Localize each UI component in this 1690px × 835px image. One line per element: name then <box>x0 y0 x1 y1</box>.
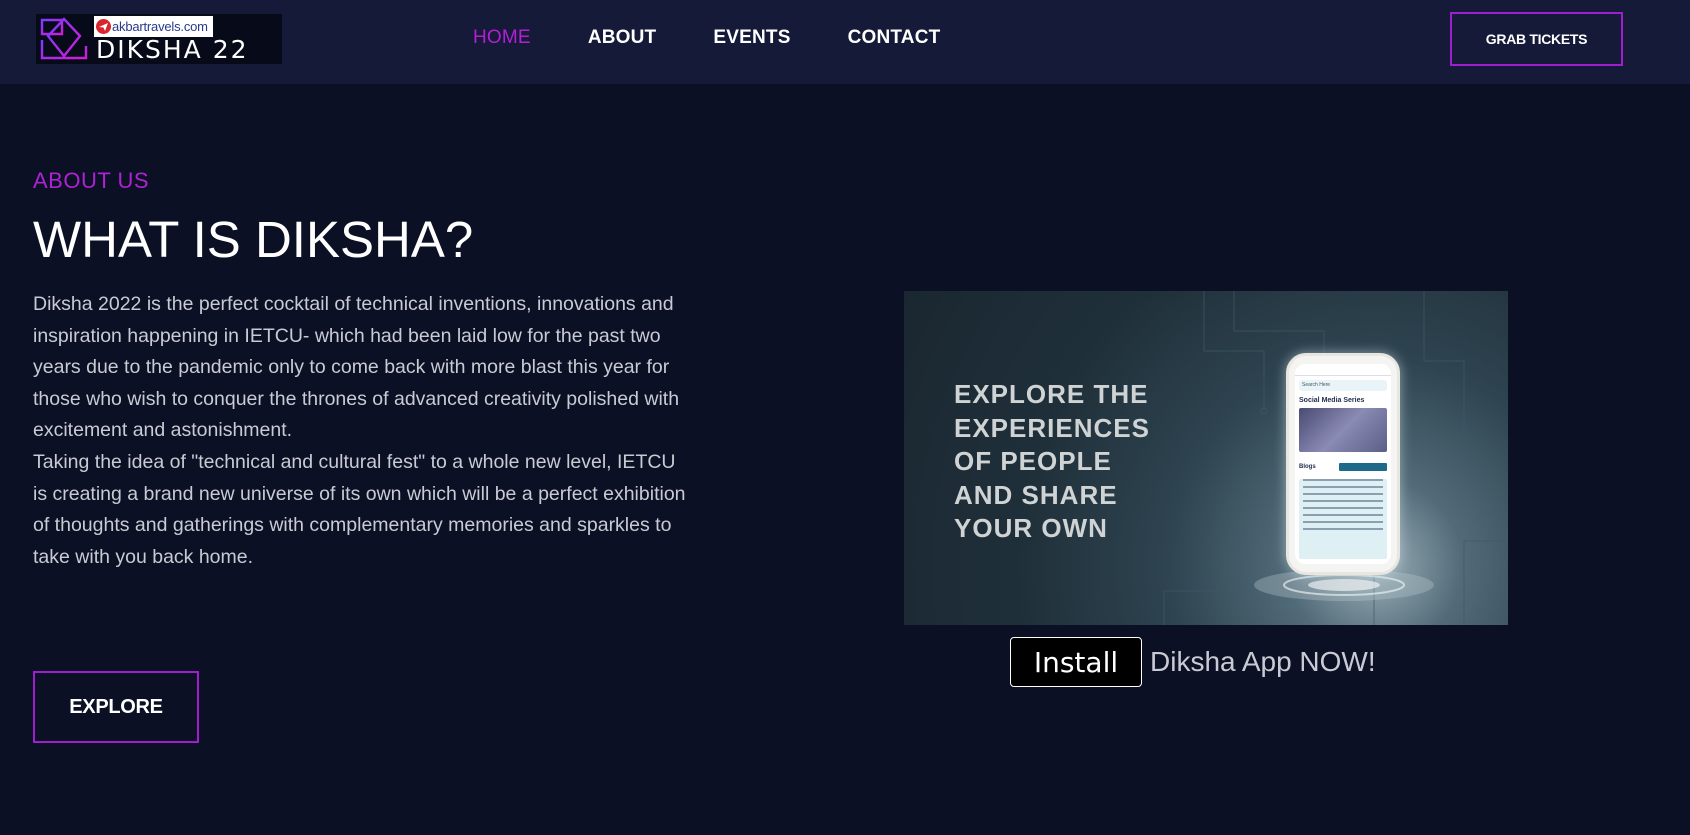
install-row: Install Diksha App NOW! <box>1010 637 1376 687</box>
nav-contact[interactable]: CONTACT <box>848 24 941 52</box>
phone-text-line <box>1303 528 1383 530</box>
phone-text-line <box>1303 521 1383 523</box>
akbar-travels-plane-icon <box>96 19 111 34</box>
phone-blog-card <box>1299 479 1387 559</box>
install-tagline: Diksha App NOW! <box>1150 646 1376 677</box>
phone-text-line <box>1303 493 1383 495</box>
diksha-logo[interactable]: akbartravels.com DIKSHA 22 <box>36 14 282 64</box>
promo-line-5: YOUR OWN <box>954 513 1108 543</box>
diksha-logo-icon <box>40 17 88 60</box>
phone-text-line <box>1303 486 1383 488</box>
nav-about[interactable]: ABOUT <box>588 24 657 52</box>
explore-button[interactable]: EXPLORE <box>33 671 199 743</box>
phone-section-title: Social Media Series <box>1299 397 1365 404</box>
phone-search: Search Here <box>1299 380 1387 391</box>
phone-blogs-row: Blogs <box>1299 460 1387 474</box>
phone-text-line <box>1303 514 1383 516</box>
brand-name: DIKSHA 22 <box>96 35 249 64</box>
phone-text-line <box>1303 507 1383 509</box>
phone-text-line <box>1303 500 1383 502</box>
phone-screen: Search Here Social Media Series Blogs <box>1295 364 1391 564</box>
app-promo-banner: EXPLORE THE EXPERIENCES OF PEOPLE AND SH… <box>904 291 1508 625</box>
promo-line-4: AND SHARE <box>954 479 1118 510</box>
grab-tickets-button[interactable]: GRAB TICKETS <box>1450 12 1623 66</box>
phone-text-line <box>1303 479 1383 481</box>
phone-pill <box>1339 463 1387 471</box>
promo-line-2: EXPERIENCES <box>954 412 1150 443</box>
install-button[interactable]: Install <box>1010 637 1142 687</box>
promo-line-1: EXPLORE THE <box>954 379 1149 409</box>
about-paragraph-2: Taking the idea of "technical and cultur… <box>33 450 686 568</box>
nav-events[interactable]: EVENTS <box>713 24 790 52</box>
phone-mockup: Search Here Social Media Series Blogs <box>1286 353 1400 575</box>
sponsor-name: akbartravels.com <box>112 19 208 34</box>
main-nav: HOME ABOUT EVENTS CONTACT <box>473 24 940 52</box>
navbar: akbartravels.com DIKSHA 22 HOME ABOUT EV… <box>0 0 1690 84</box>
sponsor-badge[interactable]: akbartravels.com <box>94 16 213 37</box>
phone-top-bar <box>1295 364 1391 376</box>
about-paragraph-1: Diksha 2022 is the perfect cocktail of t… <box>33 293 680 442</box>
phone-blogs-label: Blogs <box>1299 464 1316 470</box>
page-title: WHAT IS DIKSHA? <box>33 211 474 268</box>
about-description: Diksha 2022 is the perfect cocktail of t… <box>33 289 693 573</box>
nav-home[interactable]: HOME <box>473 24 531 52</box>
promo-line-3: OF PEOPLE <box>954 446 1112 476</box>
phone-image <box>1299 408 1387 452</box>
promo-headline: EXPLORE THE EXPERIENCES OF PEOPLE AND SH… <box>954 378 1150 546</box>
section-label: ABOUT US <box>33 168 150 193</box>
